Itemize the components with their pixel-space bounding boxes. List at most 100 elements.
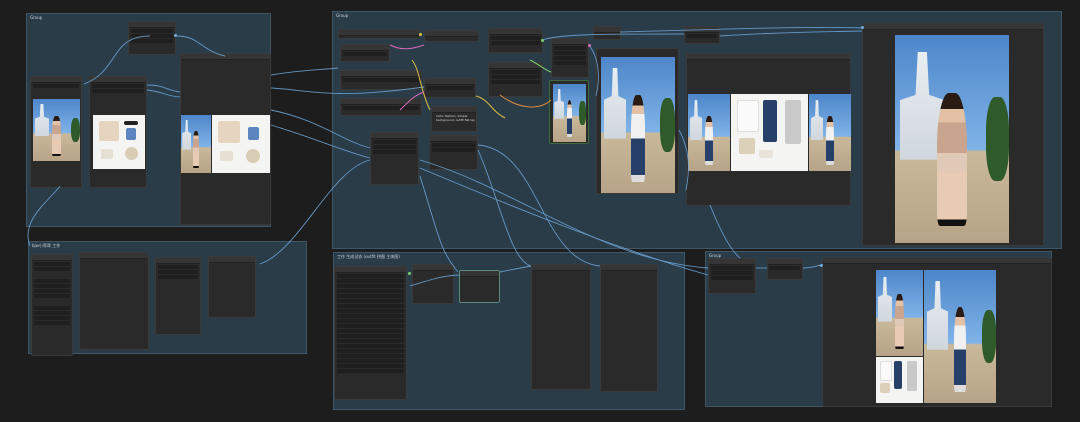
node-widget[interactable]	[554, 46, 586, 50]
output-pin[interactable]	[174, 34, 177, 37]
node-header[interactable]	[432, 107, 476, 113]
node-widget[interactable]	[337, 289, 404, 293]
final-output-node[interactable]	[862, 23, 1044, 246]
node-header[interactable]	[80, 253, 148, 259]
image-load-node[interactable]	[412, 264, 454, 304]
node-widget[interactable]	[711, 276, 753, 280]
node-widget[interactable]	[711, 266, 753, 270]
load-image-node[interactable]	[128, 21, 176, 55]
node-header[interactable]	[32, 255, 72, 261]
node-header[interactable]	[341, 45, 389, 51]
conditioning-node[interactable]	[424, 78, 476, 98]
parameters-node[interactable]	[334, 266, 407, 400]
node-widget[interactable]	[33, 84, 79, 88]
clip-loader-node[interactable]	[338, 29, 420, 39]
node-widget[interactable]	[158, 265, 198, 269]
node-widget[interactable]	[34, 289, 70, 293]
node-widget[interactable]	[373, 150, 416, 154]
node-widget[interactable]	[343, 78, 419, 82]
node-widget[interactable]	[34, 262, 70, 266]
node-widget[interactable]	[554, 56, 586, 60]
output-node[interactable]	[531, 264, 591, 390]
node-header[interactable]	[341, 99, 421, 105]
vae-decode-node[interactable]	[593, 26, 621, 40]
image-preview-node[interactable]	[30, 76, 82, 188]
node-widget[interactable]	[34, 316, 70, 320]
compare-preview-node[interactable]	[686, 53, 851, 206]
output-pin[interactable]	[588, 44, 591, 47]
node-widget[interactable]	[92, 84, 144, 88]
node-widget[interactable]	[337, 319, 404, 323]
node-widget[interactable]	[34, 267, 70, 271]
node-widget[interactable]	[337, 304, 404, 308]
node-header[interactable]	[489, 29, 542, 35]
node-widget[interactable]	[131, 39, 173, 43]
node-header[interactable]	[209, 257, 255, 263]
node-header[interactable]	[460, 271, 499, 277]
node-widget[interactable]	[34, 284, 70, 288]
node-header[interactable]	[425, 31, 478, 37]
mask-node[interactable]	[208, 256, 256, 318]
node-header[interactable]	[594, 27, 620, 33]
node-widget[interactable]	[554, 51, 586, 55]
node-widget[interactable]	[491, 75, 540, 79]
node-widget[interactable]	[491, 70, 540, 74]
node-header[interactable]	[181, 54, 270, 60]
prompt-text[interactable]: ootd, fashion, simple background, outfit…	[436, 114, 476, 122]
node-widget[interactable]	[158, 270, 198, 274]
model-loader-node[interactable]	[340, 70, 422, 90]
node-widget[interactable]	[337, 294, 404, 298]
node-header[interactable]	[413, 265, 453, 271]
unet-loader-node[interactable]	[424, 30, 479, 42]
input-pin[interactable]	[408, 272, 411, 275]
node-widget[interactable]	[554, 61, 586, 65]
node-widget[interactable]	[337, 364, 404, 368]
output-node-2[interactable]	[600, 264, 658, 392]
output-pin[interactable]	[419, 33, 422, 36]
node-header[interactable]	[90, 77, 146, 83]
node-widget[interactable]	[337, 344, 404, 348]
node-widget[interactable]	[373, 145, 416, 149]
node-header[interactable]	[129, 22, 175, 28]
node-widget[interactable]	[432, 143, 475, 147]
node-header[interactable]	[489, 63, 542, 69]
node-widget[interactable]	[687, 34, 717, 38]
node-widget[interactable]	[337, 354, 404, 358]
resize-node[interactable]	[767, 258, 803, 280]
save-node[interactable]	[684, 26, 720, 44]
node-header[interactable]	[335, 267, 406, 273]
outfit-image-node[interactable]	[89, 76, 147, 188]
node-widget[interactable]	[770, 266, 800, 270]
node-header[interactable]	[430, 136, 477, 142]
node-widget[interactable]	[337, 334, 404, 338]
sampler-node[interactable]	[370, 132, 419, 185]
output-pin[interactable]	[541, 39, 544, 42]
node-header[interactable]	[823, 258, 1051, 264]
node-widget[interactable]	[337, 369, 404, 373]
node-header[interactable]	[532, 265, 590, 271]
node-widget[interactable]	[337, 309, 404, 313]
node-widget[interactable]	[343, 106, 419, 110]
small-preview-node[interactable]	[549, 80, 589, 144]
node-header[interactable]	[371, 133, 418, 139]
image-output-node[interactable]	[596, 48, 679, 194]
composite-preview-node[interactable]	[180, 53, 271, 225]
node-widget[interactable]	[711, 271, 753, 275]
node-header[interactable]	[341, 71, 421, 77]
node-widget[interactable]	[92, 89, 144, 93]
node-widget[interactable]	[158, 275, 198, 279]
node-header[interactable]	[339, 30, 419, 36]
node-header[interactable]	[425, 79, 475, 85]
node-widget[interactable]	[491, 80, 540, 84]
node-header[interactable]	[687, 54, 850, 60]
node-widget[interactable]	[373, 140, 416, 144]
input-pin[interactable]	[820, 264, 823, 267]
node-widget[interactable]	[34, 279, 70, 283]
node-widget[interactable]	[337, 299, 404, 303]
node-widget[interactable]	[337, 339, 404, 343]
result-preview-node[interactable]	[822, 257, 1052, 407]
node-widget[interactable]	[337, 359, 404, 363]
node-widget[interactable]	[427, 86, 473, 90]
output-pin[interactable]	[861, 26, 864, 29]
combine-node[interactable]	[708, 258, 756, 294]
